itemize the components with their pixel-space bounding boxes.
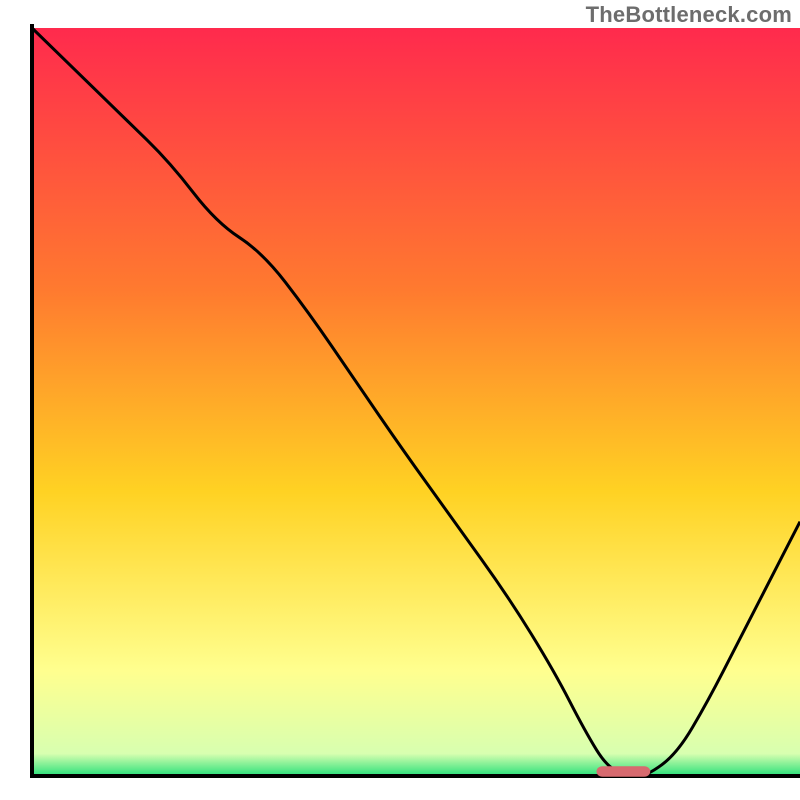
bottleneck-chart — [0, 0, 800, 800]
chart-stage: TheBottleneck.com — [0, 0, 800, 800]
optimal-marker — [596, 766, 650, 776]
